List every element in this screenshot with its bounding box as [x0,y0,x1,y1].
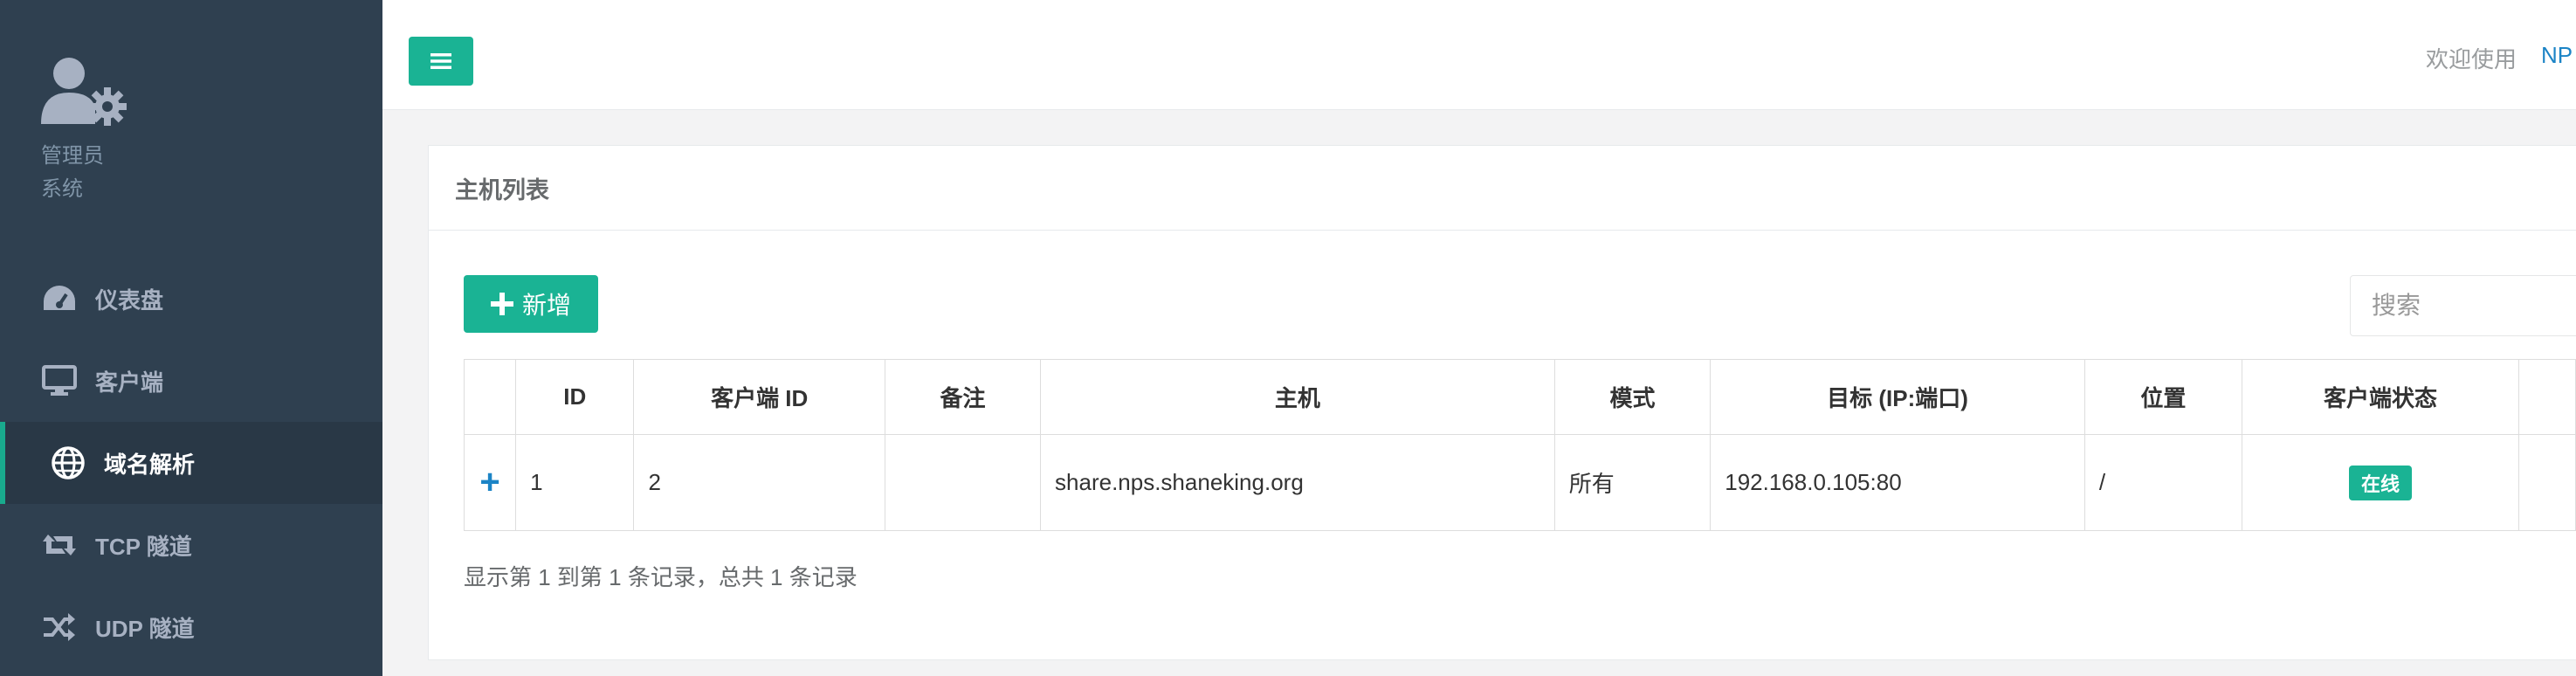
welcome-text: 欢迎使用 [2426,46,2517,72]
sidebar-item-domains[interactable]: 域名解析 [0,422,382,504]
retweet-icon [41,527,78,563]
sidebar-item-udp[interactable]: UDP 隧道 [0,586,382,668]
sidebar-item-label: UDP 隧道 [95,615,195,642]
expand-row-icon[interactable]: + [463,434,517,531]
dashboard-icon [41,280,78,317]
sidebar-item-label: 域名解析 [104,451,196,478]
column-header-mode[interactable]: 模式 [1553,359,1712,435]
column-header-target[interactable]: 目标 (IP:端口) [1710,359,2085,435]
column-header-client-status[interactable]: 客户端状态 [2241,359,2520,435]
search-input[interactable] [2350,275,2576,336]
column-header-location[interactable]: 位置 [2084,359,2242,435]
column-header-client-id[interactable]: 客户端 ID [633,359,885,435]
plus-icon [490,293,513,315]
profile-name: 管理员 [41,144,104,168]
table-row: + 1 2 share.nps.shaneking.org 所有 192.168… [463,434,2576,531]
random-icon [41,609,78,645]
brand-link[interactable]: NP [2541,42,2573,69]
table-header-row: ID 客户端 ID 备注 主机 模式 目标 (IP:端口) 位置 客户端状态 [463,359,2576,435]
host-list-panel: 主机列表 新增 ID 客户端 ID 备注 主机 模式 目标 (IP:端口) 位置… [428,145,2576,660]
column-header-remark[interactable]: 备注 [884,359,1042,435]
sidebar: 管理员 系统 仪表盘 客户端 域名解析 TCP 隧道 UDP 隧道 [0,0,382,676]
sidebar-nav: 仪表盘 客户端 域名解析 TCP 隧道 UDP 隧道 [0,258,382,668]
sidebar-item-tcp[interactable]: TCP 隧道 [0,504,382,586]
cell-remark [884,434,1042,531]
sidebar-item-label: 仪表盘 [95,286,164,314]
sidebar-item-dashboard[interactable]: 仪表盘 [0,258,382,340]
column-header-id[interactable]: ID [515,359,635,435]
menu-toggle-button[interactable] [409,37,473,86]
user-settings-icon [41,54,132,133]
column-header-overflow [2518,359,2576,435]
pagination-info: 显示第 1 到第 1 条记录，总共 1 条记录 [464,564,858,590]
cell-overflow [2518,434,2576,531]
globe-icon [50,445,86,481]
cell-host: share.nps.shaneking.org [1040,434,1555,531]
profile: 管理员 系统 [41,54,132,206]
cell-client-id: 2 [633,434,885,531]
cell-location: / [2084,434,2242,531]
status-badge: 在线 [2349,465,2413,500]
cell-client-status: 在线 [2241,434,2520,531]
cell-mode: 所有 [1553,434,1712,531]
desktop-icon [41,362,78,399]
cell-id: 1 [515,434,635,531]
hamburger-icon [430,53,451,69]
panel-title: 主机列表 [429,146,2576,231]
column-header-expand [463,359,517,435]
top-navbar: 欢迎使用 NP [382,0,2576,110]
cell-target: 192.168.0.105:80 [1710,434,2085,531]
sidebar-item-clients[interactable]: 客户端 [0,340,382,422]
host-table: ID 客户端 ID 备注 主机 模式 目标 (IP:端口) 位置 客户端状态 +… [463,359,2576,531]
sidebar-item-label: TCP 隧道 [95,533,192,560]
sidebar-item-label: 客户端 [95,369,164,396]
add-button[interactable]: 新增 [464,275,598,333]
add-button-label: 新增 [521,292,571,319]
profile-role: 系统 [41,177,83,201]
column-header-host[interactable]: 主机 [1040,359,1555,435]
